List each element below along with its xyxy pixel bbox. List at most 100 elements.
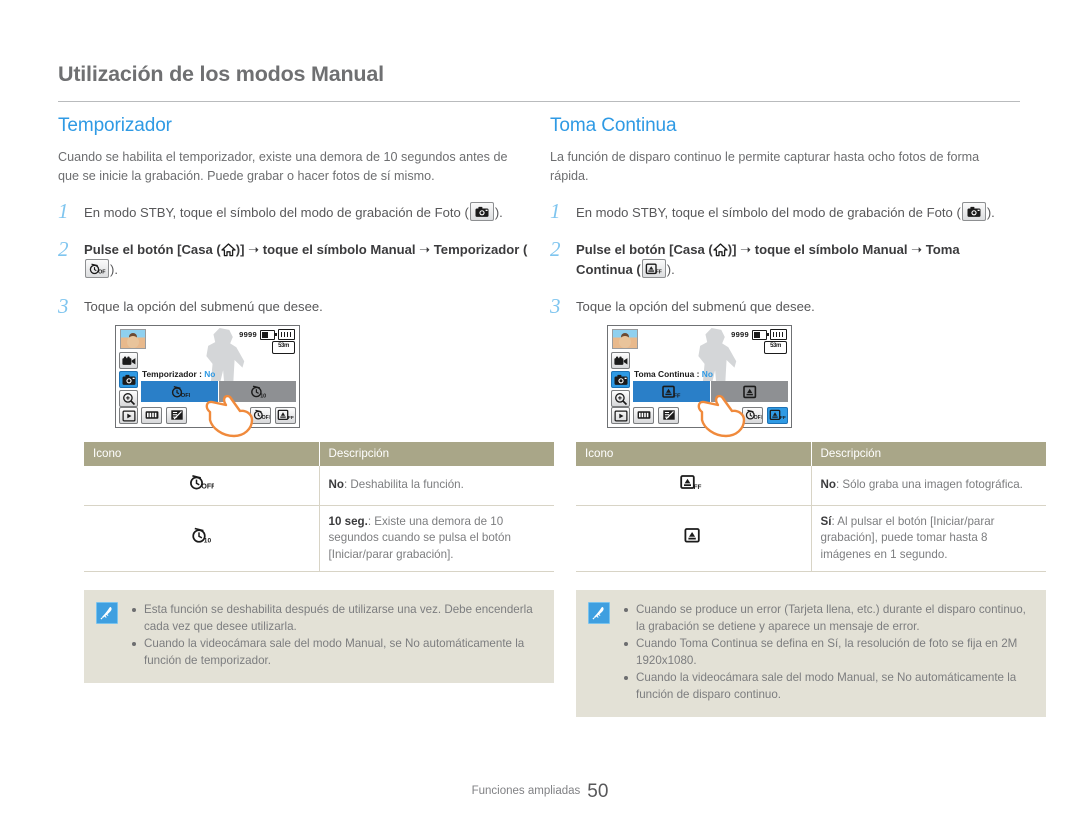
lcd-mode-rail: [119, 352, 138, 407]
table-header-descripcion: Descripción: [319, 442, 554, 466]
table-row: Sí: Al pulsar el botón [Iniciar/parar gr…: [576, 505, 1046, 572]
table-cell-description: No: Deshabilita la función.: [319, 466, 554, 506]
zoom-magnifier-icon[interactable]: [119, 390, 138, 407]
svg-text:10: 10: [204, 537, 212, 544]
step-text-pre: Pulse el botón [Casa (: [576, 241, 713, 257]
icon-table-left: Icono Descripción OFF No: Deshabilita la…: [84, 442, 554, 572]
home-button-icon: [221, 242, 236, 257]
table-row: 10 10 seg.: Existe una demora de 10 segu…: [84, 505, 554, 572]
row-label: 10 seg.: [328, 514, 368, 528]
thumbnail-preview: [612, 329, 638, 349]
memory-card-icon: [278, 329, 295, 340]
exposure-icon[interactable]: [166, 406, 187, 424]
burst-off-icon[interactable]: FF: [275, 406, 296, 424]
white-balance-icon[interactable]: [141, 406, 162, 424]
page-footer: Funciones ampliadas 50: [0, 781, 1080, 803]
lcd-submenu-value: No: [204, 369, 216, 379]
svg-text:FF: FF: [779, 415, 785, 421]
step-number: 3: [550, 293, 561, 318]
table-cell-description: No: Sólo graba una imagen fotográfica.: [811, 466, 1046, 506]
home-button-icon: [713, 242, 728, 257]
thumbnail-preview: [120, 329, 146, 349]
photo-mode-icon[interactable]: [119, 371, 138, 388]
playback-icon[interactable]: [611, 407, 630, 424]
step-3-left: 3 Toque la opción del submenú que desee.…: [58, 294, 554, 683]
step-text: En modo STBY, toque el símbolo del modo …: [84, 202, 503, 221]
exposure-icon[interactable]: [658, 406, 679, 424]
note-item: Cuando la videocámara sale del modo Manu…: [624, 670, 1032, 703]
step-text-post: ).: [494, 205, 503, 220]
memory-card-icon: [770, 329, 787, 340]
row-label: No: [328, 478, 344, 491]
timer-off-icon: OFF: [85, 259, 109, 278]
note-box-left: Esta función se deshabilita después de u…: [84, 590, 554, 683]
step-text-post: ).: [986, 205, 995, 220]
table-row: FF No: Sólo graba una imagen fotográfica…: [576, 466, 1046, 506]
section-toma-continua: Toma Continua La función de disparo cont…: [550, 115, 1046, 717]
touch-hand-pointer: [697, 394, 746, 438]
lcd-mode-rail: [611, 352, 630, 407]
step-text: Toque la opción del submenú que desee.: [84, 298, 323, 314]
step-2-right: 2 Pulse el botón [Casa ()] ➝ toque el sí…: [550, 236, 1020, 280]
battery-icon: [260, 329, 277, 340]
note-list: Esta función se deshabilita después de u…: [128, 602, 540, 670]
row-label: No: [820, 478, 836, 491]
zoom-magnifier-icon[interactable]: [611, 390, 630, 407]
step-text-post: ).: [666, 262, 675, 277]
note-pen-icon: [588, 602, 610, 624]
step-text: Toque la opción del submenú que desee.: [576, 298, 815, 314]
step-text-post: ).: [110, 262, 118, 277]
photo-mode-icon[interactable]: [611, 371, 630, 388]
note-item: Cuando la videocámara sale del modo Manu…: [132, 636, 540, 669]
manual-page: Utilización de los modos Manual Temporiz…: [0, 0, 1080, 825]
section-heading-right: Toma Continua: [550, 115, 677, 136]
table-header-icono: Icono: [576, 442, 812, 466]
burst-off-icon[interactable]: FF: [767, 406, 788, 424]
video-mode-icon[interactable]: [119, 352, 138, 369]
lcd-submenu-title: Temporizador :: [142, 369, 202, 379]
table-row: OFF No: Deshabilita la función.: [84, 466, 554, 506]
svg-text:FF: FF: [287, 415, 293, 421]
step-number: 2: [58, 236, 69, 261]
table-header-row: Icono Descripción: [84, 442, 554, 466]
page-title: Utilización de los modos Manual: [58, 62, 384, 86]
note-item: Esta función se deshabilita después de u…: [132, 602, 540, 635]
svg-text:FF: FF: [673, 393, 680, 399]
video-mode-icon[interactable]: [611, 352, 630, 369]
note-pen-icon: [96, 602, 118, 624]
photo-counter: 9999: [731, 330, 749, 339]
table-header-descripcion: Descripción: [811, 442, 1046, 466]
svg-text:OFF: OFF: [180, 392, 189, 398]
timer-off-icon: OFF: [84, 466, 320, 506]
burst-off-icon: FF: [576, 466, 812, 506]
step-text: Pulse el botón [Casa ()] ➝ toque el símb…: [576, 242, 960, 278]
table-cell-description: Sí: Al pulsar el botón [Iniciar/parar gr…: [811, 505, 1046, 572]
step-text-pre: Pulse el botón [Casa (: [84, 241, 221, 257]
lcd-status-bar: 9999: [731, 329, 787, 340]
lcd-status-bar: 9999: [239, 329, 295, 340]
note-list: Cuando se produce un error (Tarjeta llen…: [620, 602, 1032, 704]
step-number: 2: [550, 236, 561, 261]
photo-mode-icon: [961, 202, 986, 221]
section-intro-right: La función de disparo continuo le permit…: [550, 150, 980, 183]
step-1-left: 1 En modo STBY, toque el símbolo del mod…: [58, 199, 528, 223]
table-header-row: Icono Descripción: [576, 442, 1046, 466]
step-1-right: 1 En modo STBY, toque el símbolo del mod…: [550, 199, 1020, 223]
camera-lcd-preview-left: 9999 53m Temporizador : No OFF 10: [115, 325, 300, 438]
playback-icon[interactable]: [119, 407, 138, 424]
note-item: Cuando Toma Continua se defina en Sí, la…: [624, 636, 1032, 669]
burst-off-icon: FF: [641, 259, 666, 278]
step-text: En modo STBY, toque el símbolo del modo …: [576, 202, 995, 221]
svg-text:FF: FF: [655, 269, 661, 274]
svg-text:FF: FF: [694, 484, 702, 491]
white-balance-icon[interactable]: [633, 406, 654, 424]
photo-counter: 9999: [239, 330, 257, 339]
step-number: 1: [58, 199, 69, 223]
step-text-pre: En modo STBY, toque el símbolo del modo …: [576, 205, 961, 220]
step-text-mid: )] ➝ toque el símbolo Manual ➝ Temporiza…: [235, 241, 528, 257]
record-time-badge: 53m: [272, 341, 295, 354]
lcd-submenu-label: Temporizador : No: [142, 369, 215, 379]
photo-mode-icon: [469, 202, 494, 221]
row-label: Sí: [820, 514, 832, 528]
camera-lcd-preview-right: 9999 53m Toma Continua : No FF OF FF: [607, 325, 792, 438]
